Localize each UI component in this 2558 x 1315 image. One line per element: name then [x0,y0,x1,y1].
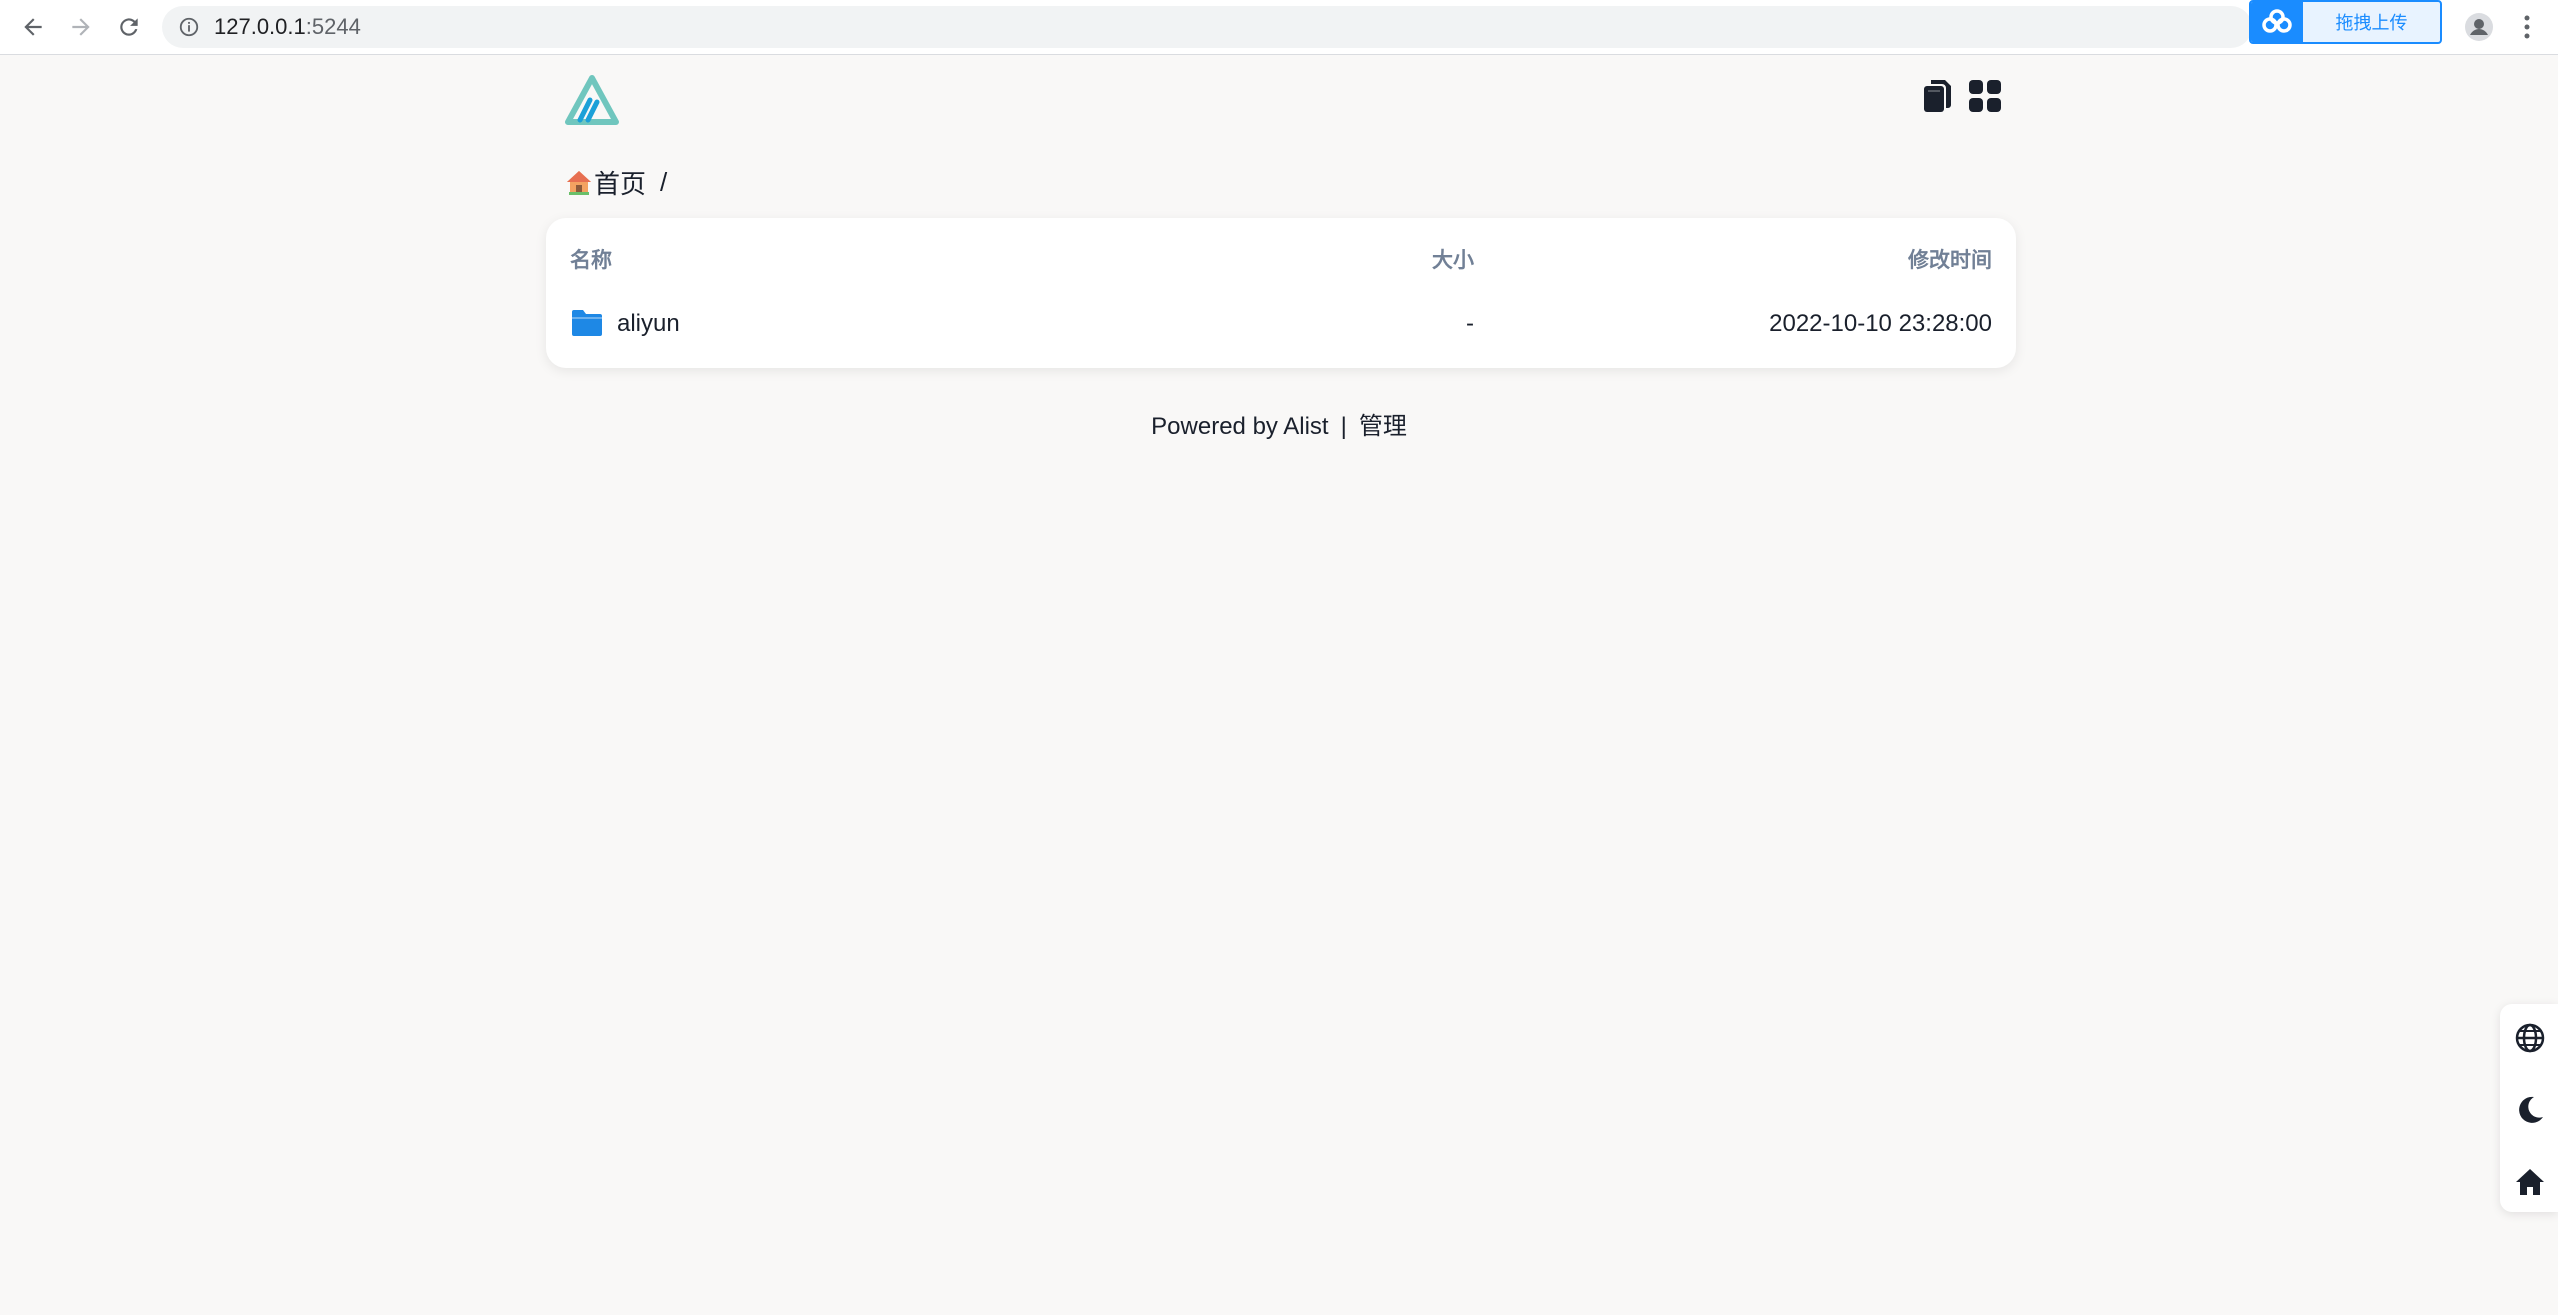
profile-icon [2465,13,2493,41]
layout-toggle-button[interactable] [1965,76,2005,116]
reload-icon [120,18,138,36]
footer: Powered by Alist | 管理 [0,406,2558,441]
breadcrumb-separator: / [660,166,668,197]
home-icon [2516,1169,2544,1195]
site-header [560,70,2015,130]
browser-toolbar: 127.0.0.1:5244 拖拽上传 [0,0,2558,55]
column-header-size[interactable]: 大小 [1432,244,1474,274]
moon-icon [2519,1096,2543,1123]
url-text: 127.0.0.1:5244 [214,14,361,40]
browser-menu-button[interactable] [2512,8,2542,46]
alist-logo[interactable] [564,74,620,126]
copy-link-button[interactable] [1917,76,1957,116]
cloud-drive-logo-icon [2251,2,2303,42]
side-toolbar [2500,1004,2558,1212]
file-list: 名称 大小 修改时间 aliyun - 2022-10-10 23:28:00 [546,218,2016,368]
extension-label: 拖拽上传 [2335,13,2408,33]
manage-link[interactable]: 管理 [1359,413,1407,440]
file-modified: 2022-10-10 23:28:00 [1769,310,1992,337]
breadcrumb: 首页 / [566,164,667,200]
folder-icon [572,310,602,336]
column-header-modified[interactable]: 修改时间 [1908,244,1992,274]
drag-upload-extension-button[interactable]: 拖拽上传 [2249,0,2442,44]
info-icon [179,17,199,37]
globe-icon [2515,1023,2545,1053]
file-size: - [1466,310,1474,337]
footer-separator: | [1340,413,1347,440]
address-bar[interactable]: 127.0.0.1:5244 [162,6,2252,48]
breadcrumb-home-link[interactable]: 首页 [594,164,646,201]
reload-button[interactable] [110,8,148,46]
theme-toggle-button[interactable] [2510,1090,2550,1130]
forward-button[interactable] [62,8,100,46]
grid-view-icon [1969,80,2001,112]
powered-by-link[interactable]: Powered by Alist [1151,413,1328,440]
language-button[interactable] [2510,1018,2550,1058]
file-name[interactable]: aliyun [617,310,680,338]
arrow-right-icon [72,18,90,36]
column-header-name[interactable]: 名称 [570,244,612,274]
arrow-left-icon [24,18,42,36]
url-port: :5244 [305,14,361,39]
profile-button[interactable] [2460,8,2498,46]
copy-icon [1924,80,1951,112]
more-vert-icon [2524,15,2530,39]
house-emoji-icon [567,171,591,195]
list-item[interactable]: aliyun - 2022-10-10 23:28:00 [546,300,2016,356]
home-button[interactable] [2510,1162,2550,1202]
url-host: 127.0.0.1 [214,14,306,39]
back-button[interactable] [14,8,52,46]
